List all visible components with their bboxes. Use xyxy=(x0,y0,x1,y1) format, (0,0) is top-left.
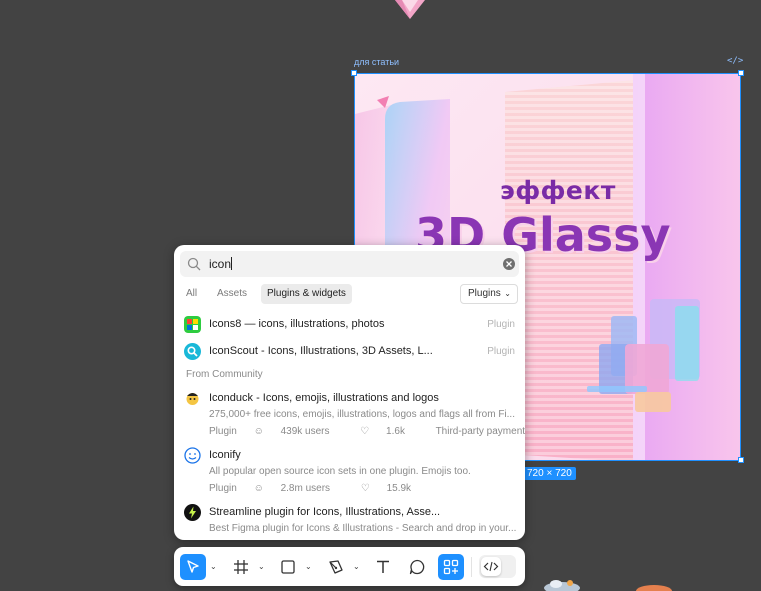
rectangle-icon xyxy=(281,560,295,574)
chevron-down-icon[interactable]: ⌄ xyxy=(258,562,265,571)
search-input[interactable]: icon xyxy=(180,251,519,277)
result-title: Iconify xyxy=(209,449,241,461)
frame-hash-icon xyxy=(234,560,248,574)
search-icon xyxy=(187,257,201,271)
result-likes: 1.6k xyxy=(386,426,405,437)
result-extra: Third-party payment xyxy=(435,426,525,437)
comment-icon xyxy=(409,559,425,575)
user-icon: ☺ xyxy=(253,426,264,437)
frame-size-badge: 720 × 720 xyxy=(523,467,576,480)
result-tag: Plugin xyxy=(487,346,515,357)
code-icon xyxy=(483,561,499,572)
result-users: 439k users xyxy=(280,426,330,437)
iconify-icon xyxy=(184,447,201,464)
chevron-down-icon[interactable]: ⌄ xyxy=(353,562,360,571)
sticker-fragment xyxy=(544,580,580,591)
result-title: Iconduck - Icons, emojis, illustrations … xyxy=(209,392,439,404)
sticker-fragment xyxy=(636,585,672,591)
heart-icon: ♡ xyxy=(360,426,370,437)
resize-handle-tr[interactable] xyxy=(738,70,744,76)
pen-icon xyxy=(329,560,343,574)
result-title: IconScout - Icons, Illustrations, 3D Ass… xyxy=(209,345,433,357)
iconduck-icon xyxy=(186,393,199,405)
result-tag: Plugin xyxy=(487,319,515,330)
code-icon[interactable]: </> xyxy=(727,56,743,66)
filter-bar: All Assets Plugins & widgets Plugins ⌄ xyxy=(180,284,519,304)
dev-mode-toggle[interactable] xyxy=(479,555,516,578)
result-description: All popular open source icon sets in one… xyxy=(209,466,471,477)
section-label: From Community xyxy=(186,369,263,380)
chevron-down-icon[interactable]: ⌄ xyxy=(210,562,217,571)
actions-search-panel: icon All Assets Plugins & widgets Plugin… xyxy=(174,245,525,540)
result-item[interactable]: IconScout - Icons, Illustrations, 3D Ass… xyxy=(174,342,525,362)
result-likes: 15.9k xyxy=(386,483,412,494)
result-type: Plugin xyxy=(209,483,237,494)
comment-tool[interactable] xyxy=(404,554,430,580)
result-users: 2.8m users xyxy=(280,483,331,494)
text-icon xyxy=(377,560,389,573)
resize-handle-br[interactable] xyxy=(738,457,744,463)
chevron-down-icon[interactable]: ⌄ xyxy=(305,562,312,571)
streamline-icon xyxy=(184,504,201,521)
frame-tool[interactable] xyxy=(228,554,254,580)
cursor-icon xyxy=(187,560,199,573)
result-title: Icons8 — icons, illustrations, photos xyxy=(209,318,385,330)
pen-tool[interactable] xyxy=(323,554,349,580)
shape-tool[interactable] xyxy=(275,554,301,580)
move-tool[interactable] xyxy=(180,554,206,580)
iconscout-icon xyxy=(184,343,201,360)
search-query: icon xyxy=(209,257,232,271)
artwork-title-line1: эффект xyxy=(500,176,616,205)
resize-handle-tl[interactable] xyxy=(351,70,357,76)
result-description: Best Figma plugin for Icons & Illustrati… xyxy=(209,523,517,534)
text-tool[interactable] xyxy=(370,554,396,580)
result-description: 275,000+ free icons, emojis, illustratio… xyxy=(209,409,515,420)
tab-assets[interactable]: Assets xyxy=(211,284,253,304)
actions-tool[interactable] xyxy=(438,554,464,580)
clear-icon[interactable] xyxy=(502,257,516,271)
tab-plugins-widgets[interactable]: Plugins & widgets xyxy=(261,284,352,304)
community-item[interactable]: Streamline plugin for Icons, Illustratio… xyxy=(174,503,525,540)
plugins-filter-dropdown[interactable]: Plugins ⌄ xyxy=(460,284,518,304)
actions-grid-icon xyxy=(443,559,459,575)
frame-label[interactable]: для статьи xyxy=(354,57,399,67)
community-item[interactable]: Iconify All popular open source icon set… xyxy=(174,446,525,496)
bottom-toolbar: ⌄ ⌄ ⌄ ⌄ xyxy=(174,547,525,586)
tab-all[interactable]: All xyxy=(180,284,203,304)
community-item[interactable]: Iconduck - Icons, emojis, illustrations … xyxy=(174,389,525,439)
result-title: Streamline plugin for Icons, Illustratio… xyxy=(209,506,441,518)
text-caret xyxy=(231,257,233,270)
chevron-down-icon: ⌄ xyxy=(504,289,511,298)
dropdown-value: Plugins xyxy=(468,288,501,299)
result-item[interactable]: Icons8 — icons, illustrations, photos Pl… xyxy=(174,315,525,335)
result-type: Plugin xyxy=(209,426,237,437)
gem-graphic xyxy=(395,0,425,19)
heart-icon: ♡ xyxy=(360,483,370,494)
user-icon: ☺ xyxy=(253,483,264,494)
icons8-icon xyxy=(184,316,201,333)
toolbar-divider xyxy=(471,557,472,577)
